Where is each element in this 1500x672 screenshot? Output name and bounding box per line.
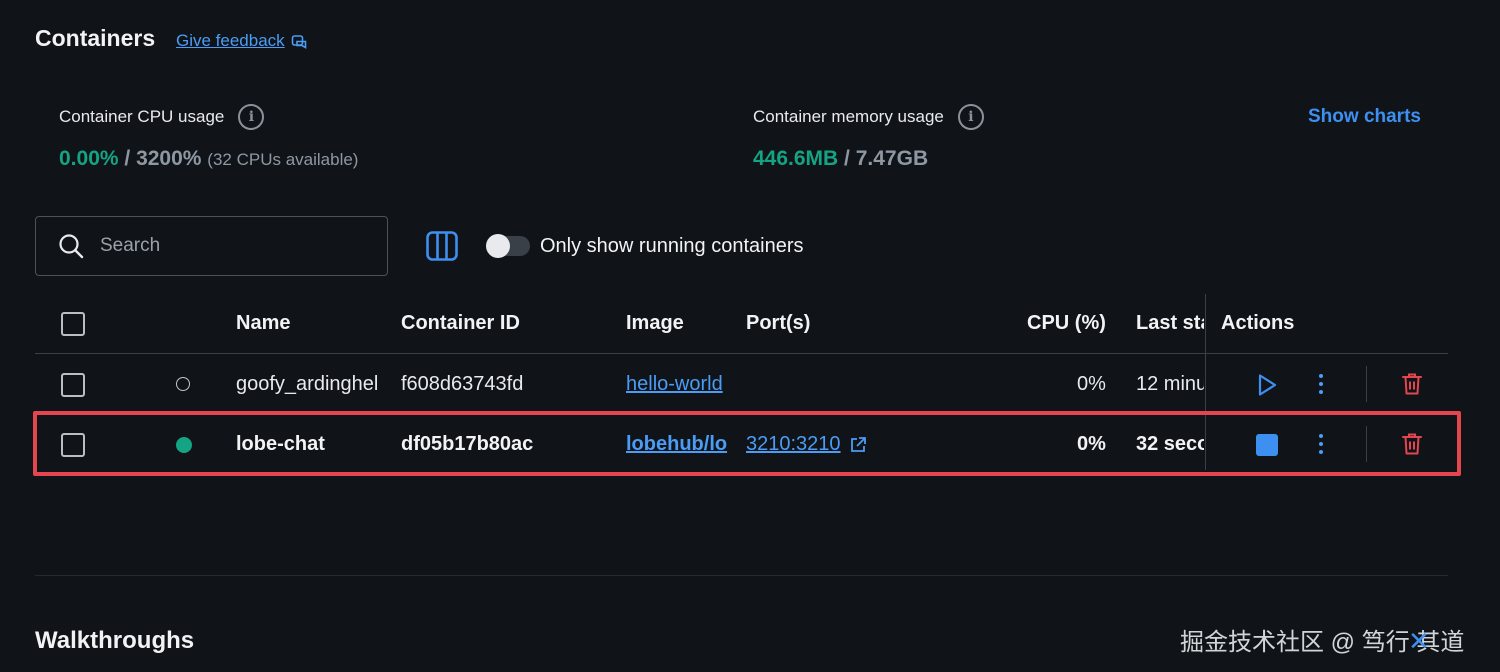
container-id: f608d63743fd bbox=[401, 373, 524, 395]
cpu-total-value: 3200% bbox=[136, 147, 202, 170]
search-icon bbox=[59, 234, 84, 259]
feedback-icon bbox=[291, 35, 306, 49]
container-image-link[interactable]: hello-world bbox=[626, 373, 732, 396]
memory-total-value: 7.47GB bbox=[855, 147, 929, 170]
search-input[interactable] bbox=[98, 234, 372, 258]
kebab-menu-icon[interactable] bbox=[1318, 374, 1324, 394]
cpu-info-icon[interactable]: i bbox=[238, 104, 265, 130]
memory-separator: / bbox=[838, 147, 856, 170]
show-charts-button[interactable]: Show charts bbox=[1308, 106, 1421, 128]
columns-icon[interactable] bbox=[426, 231, 458, 261]
play-icon[interactable] bbox=[1256, 373, 1278, 397]
cpu-usage-value: 0.00% / 3200% (32 CPUs available) bbox=[59, 147, 358, 171]
column-header-last-started[interactable]: Last sta bbox=[1136, 312, 1204, 335]
memory-used-value: 446.6MB bbox=[753, 147, 839, 170]
action-separator bbox=[1366, 366, 1367, 402]
row-checkbox[interactable] bbox=[61, 373, 85, 397]
column-header-name[interactable]: Name bbox=[236, 312, 290, 335]
toggle-knob bbox=[486, 234, 510, 258]
memory-info-icon[interactable]: i bbox=[957, 104, 984, 130]
column-header-actions: Actions bbox=[1221, 312, 1295, 334]
cpu-available-note: (32 CPUs available) bbox=[207, 150, 359, 169]
containers-page: Containers Give feedback Container CPU u… bbox=[0, 0, 1500, 672]
cpu-usage-label: Container CPU usage bbox=[59, 107, 225, 126]
select-all-checkbox[interactable] bbox=[61, 312, 85, 336]
container-last-started: 12 minu bbox=[1136, 373, 1204, 395]
running-only-label: Only show running containers bbox=[540, 235, 804, 257]
memory-usage-value: 446.6MB / 7.47GB bbox=[753, 147, 928, 171]
column-header-image[interactable]: Image bbox=[626, 312, 684, 335]
container-name[interactable]: goofy_ardinghel bbox=[236, 373, 388, 396]
status-stopped-icon bbox=[176, 377, 190, 391]
walkthroughs-title: Walkthroughs bbox=[35, 627, 195, 654]
running-only-toggle[interactable] bbox=[486, 234, 530, 258]
cpu-used-value: 0.00% bbox=[59, 147, 119, 170]
container-cpu: 0% bbox=[1077, 373, 1106, 395]
search-box[interactable] bbox=[35, 216, 388, 276]
memory-usage-label: Container memory usage bbox=[753, 107, 944, 126]
row-highlight-box bbox=[33, 411, 1461, 476]
column-header-cpu[interactable]: CPU (%) bbox=[1027, 312, 1106, 335]
give-feedback-label: Give feedback bbox=[176, 31, 285, 50]
trash-icon[interactable] bbox=[1401, 372, 1423, 396]
cpu-separator: / bbox=[118, 147, 137, 170]
header-divider bbox=[35, 353, 1448, 354]
column-header-ports[interactable]: Port(s) bbox=[746, 312, 810, 335]
section-divider bbox=[35, 575, 1448, 576]
column-header-container-id[interactable]: Container ID bbox=[401, 312, 520, 335]
cpu-usage-label-row: Container CPU usage i bbox=[59, 104, 265, 130]
give-feedback-link[interactable]: Give feedback bbox=[176, 31, 307, 51]
page-title: Containers bbox=[35, 25, 156, 51]
watermark-close-icon: ✕ bbox=[1408, 626, 1430, 656]
memory-usage-label-row: Container memory usage i bbox=[753, 104, 984, 130]
